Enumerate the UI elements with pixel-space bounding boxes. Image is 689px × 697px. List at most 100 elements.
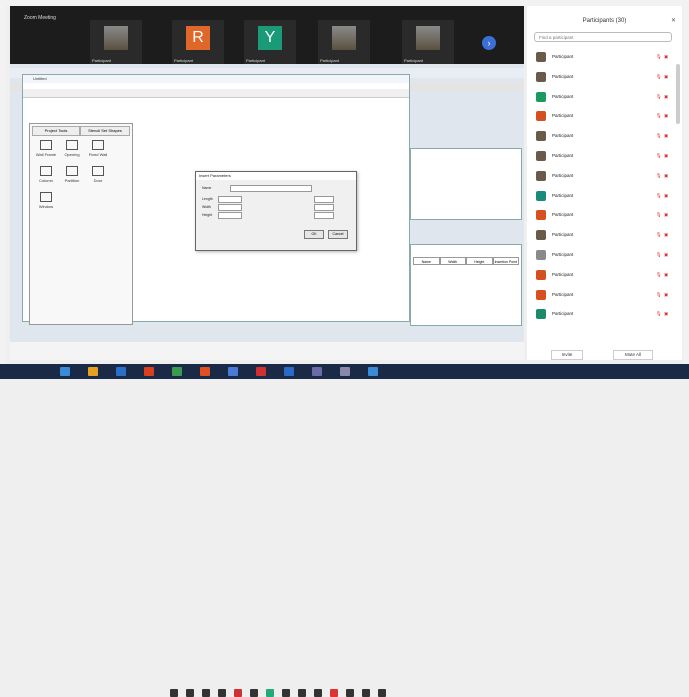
properties-panel bbox=[410, 148, 522, 220]
video-off-icon: ▣ bbox=[664, 291, 669, 297]
insert-dialog: Insert Parameters Name Length Width Heig… bbox=[195, 171, 357, 251]
video-tile[interactable]: Participant bbox=[90, 20, 142, 64]
control-icon[interactable] bbox=[266, 689, 274, 697]
participant-row[interactable]: Participant 🎙 ▣ bbox=[534, 286, 674, 306]
participant-name: Participant bbox=[552, 311, 574, 317]
control-icon[interactable] bbox=[282, 689, 290, 697]
mic-muted-icon: 🎙 bbox=[656, 311, 662, 317]
taskbar-app-icon[interactable] bbox=[340, 367, 350, 376]
tab-project-tools[interactable]: Project Tools bbox=[32, 126, 80, 136]
dialog-title: Insert Parameters bbox=[196, 172, 356, 180]
tool-item[interactable]: Fixed Wall bbox=[86, 138, 110, 160]
avatar bbox=[536, 91, 546, 102]
participant-name: Participant bbox=[552, 291, 574, 297]
control-icon[interactable] bbox=[330, 689, 338, 697]
control-icon[interactable] bbox=[234, 689, 242, 697]
tab-stencil-shapes[interactable]: Stencil Set Shapes bbox=[80, 126, 130, 136]
tool-item[interactable]: Door bbox=[86, 164, 110, 186]
tool-icon bbox=[40, 192, 52, 202]
taskbar-app-icon[interactable] bbox=[256, 367, 266, 376]
taskbar-app-icon[interactable] bbox=[60, 367, 70, 376]
spin-input[interactable] bbox=[314, 204, 334, 211]
participant-photo bbox=[332, 26, 356, 50]
scrollbar[interactable] bbox=[676, 64, 680, 124]
participant-row[interactable]: Participant 🎙 ▣ bbox=[534, 68, 674, 88]
participant-row[interactable]: Participant 🎙 ▣ bbox=[534, 127, 674, 147]
window-title: Untitled bbox=[23, 75, 409, 83]
invite-button[interactable]: Invite bbox=[551, 350, 583, 360]
participant-row[interactable]: Participant 🎙 ▣ bbox=[534, 266, 674, 286]
participant-row[interactable]: Participant 🎙 ▣ bbox=[534, 226, 674, 246]
table-header: Height bbox=[466, 257, 493, 265]
close-icon[interactable]: ✕ bbox=[671, 17, 676, 24]
tool-item[interactable]: Column bbox=[34, 164, 58, 186]
search-input[interactable]: Find a participant bbox=[534, 32, 672, 42]
taskbar-app-icon[interactable] bbox=[284, 367, 294, 376]
participant-row[interactable]: Participant 🎙 ▣ bbox=[534, 246, 674, 266]
taskbar-app-icon[interactable] bbox=[312, 367, 322, 376]
width-input[interactable] bbox=[218, 204, 242, 211]
participant-row[interactable]: Participant 🎙 ▣ bbox=[534, 206, 674, 226]
taskbar-app-icon[interactable] bbox=[172, 367, 182, 376]
control-icon[interactable] bbox=[250, 689, 258, 697]
ok-button[interactable]: OK bbox=[304, 230, 324, 239]
video-tile[interactable]: Y Participant bbox=[244, 20, 296, 64]
control-icon[interactable] bbox=[218, 689, 226, 697]
taskbar-app-icon[interactable] bbox=[116, 367, 126, 376]
participant-name: Participant bbox=[552, 152, 574, 158]
mic-muted-icon: 🎙 bbox=[656, 271, 662, 277]
video-off-icon: ▣ bbox=[664, 152, 669, 158]
height-input[interactable] bbox=[218, 212, 242, 219]
participant-row[interactable]: Participant 🎙 ▣ bbox=[534, 48, 674, 68]
spin-input[interactable] bbox=[314, 212, 334, 219]
avatar bbox=[536, 230, 546, 241]
next-page-icon[interactable]: › bbox=[482, 36, 496, 50]
control-icon[interactable] bbox=[362, 689, 370, 697]
participant-name: Participant bbox=[552, 93, 574, 99]
tool-item[interactable]: Window bbox=[34, 190, 58, 212]
tool-item[interactable]: Wall Frame bbox=[34, 138, 58, 160]
participant-row[interactable]: Participant 🎙 ▣ bbox=[534, 88, 674, 108]
taskbar-app-icon[interactable] bbox=[228, 367, 238, 376]
video-off-icon: ▣ bbox=[664, 192, 669, 198]
participant-row[interactable]: Participant 🎙 ▣ bbox=[534, 305, 674, 325]
taskbar-app-icon[interactable] bbox=[144, 367, 154, 376]
participant-initial: Y bbox=[258, 26, 282, 50]
tile-name: Participant bbox=[320, 58, 339, 63]
mic-muted-icon: 🎙 bbox=[656, 172, 662, 178]
taskbar-app-icon[interactable] bbox=[368, 367, 378, 376]
tool-item[interactable]: Opening bbox=[60, 138, 84, 160]
spin-input[interactable] bbox=[314, 196, 334, 203]
video-tile[interactable]: R Participant bbox=[172, 20, 224, 64]
tool-panel: Project Tools Stencil Set Shapes Wall Fr… bbox=[29, 123, 133, 325]
participant-photo bbox=[416, 26, 440, 50]
length-input[interactable] bbox=[218, 196, 242, 203]
taskbar-app-icon[interactable] bbox=[200, 367, 210, 376]
control-icon[interactable] bbox=[170, 689, 178, 697]
control-icon[interactable] bbox=[202, 689, 210, 697]
mic-muted-icon: 🎙 bbox=[656, 152, 662, 158]
participant-row[interactable]: Participant 🎙 ▣ bbox=[534, 167, 674, 187]
tool-item[interactable]: Partition bbox=[60, 164, 84, 186]
video-tile[interactable]: Participant bbox=[318, 20, 370, 64]
control-icon[interactable] bbox=[298, 689, 306, 697]
mic-muted-icon: 🎙 bbox=[656, 212, 662, 218]
avatar bbox=[536, 170, 546, 181]
video-off-icon: ▣ bbox=[664, 251, 669, 257]
avatar bbox=[536, 150, 546, 161]
participant-row[interactable]: Participant 🎙 ▣ bbox=[534, 187, 674, 207]
control-icon[interactable] bbox=[346, 689, 354, 697]
video-off-icon: ▣ bbox=[664, 133, 669, 139]
participant-row[interactable]: Participant 🎙 ▣ bbox=[534, 147, 674, 167]
mic-muted-icon: 🎙 bbox=[656, 251, 662, 257]
video-tile[interactable]: Participant bbox=[402, 20, 454, 64]
name-input[interactable] bbox=[230, 185, 312, 192]
video-off-icon: ▣ bbox=[664, 73, 669, 79]
control-icon[interactable] bbox=[314, 689, 322, 697]
taskbar-app-icon[interactable] bbox=[88, 367, 98, 376]
participant-row[interactable]: Participant 🎙 ▣ bbox=[534, 107, 674, 127]
cancel-button[interactable]: Cancel bbox=[328, 230, 348, 239]
mute-all-button[interactable]: Mute All bbox=[613, 350, 653, 360]
control-icon[interactable] bbox=[378, 689, 386, 697]
control-icon[interactable] bbox=[186, 689, 194, 697]
